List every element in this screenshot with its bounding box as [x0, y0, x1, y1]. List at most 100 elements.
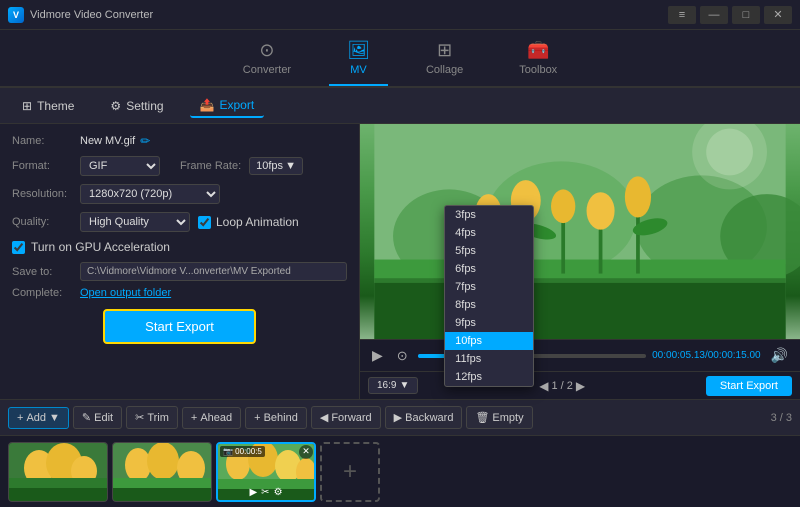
gpu-checkbox[interactable]	[12, 241, 25, 254]
fps-4[interactable]: 4fps	[445, 224, 533, 242]
clip-2[interactable]	[112, 442, 212, 502]
frame-rate-value: 10fps	[256, 160, 283, 172]
fps-3[interactable]: 3fps	[445, 206, 533, 224]
main-area: Name: New MV.gif ✏ Format: GIF Frame Rat…	[0, 124, 800, 399]
mv-icon: 🖼	[347, 40, 370, 61]
video-controls2: 16:9 ▼ ◀ 1 / 2 ▶ Start Export	[360, 371, 800, 399]
add-icon: +	[17, 412, 23, 424]
edit-name-icon[interactable]: ✏	[140, 134, 150, 148]
minimize-button[interactable]: —	[700, 6, 728, 24]
ahead-button[interactable]: + Ahead	[182, 407, 241, 429]
page-next-button[interactable]: ▶	[576, 379, 585, 393]
empty-button[interactable]: 🗑 Empty	[466, 406, 532, 429]
name-value: New MV.gif	[80, 135, 135, 147]
tab-converter[interactable]: ⊙ Converter	[225, 36, 309, 86]
bottom-toolbar: + Add ▼ ✎ ✎ Edit Edit ✂ Trim + Ahead + B…	[0, 399, 800, 435]
clip-3[interactable]: 📷 00:00:5 ✕ ▶ ✂ ⚙	[216, 442, 316, 502]
quality-row: Quality: High Quality Loop Animation	[12, 212, 347, 232]
loop-animation-checkbox[interactable]	[198, 216, 211, 229]
resolution-label: Resolution:	[12, 188, 80, 200]
clip-1[interactable]	[8, 442, 108, 502]
loop-animation-row: Loop Animation	[198, 215, 299, 229]
quality-select[interactable]: High Quality	[80, 212, 190, 232]
add-button[interactable]: + Add ▼	[8, 407, 69, 429]
name-value-container: New MV.gif ✏	[80, 134, 150, 148]
tab-toolbox-label: Toolbox	[519, 64, 557, 76]
aspect-ratio-button[interactable]: 16:9 ▼	[368, 377, 418, 394]
clip-play-btn[interactable]: ▶	[249, 487, 257, 498]
saveto-label: Save to:	[12, 266, 80, 278]
saveto-path[interactable]: C:\Vidmore\Vidmore V...onverter\MV Expor…	[80, 262, 347, 281]
behind-button[interactable]: + Behind	[245, 407, 307, 429]
tab-converter-label: Converter	[243, 64, 291, 76]
menu-button[interactable]: ≡	[668, 6, 696, 24]
snapshot-button[interactable]: ⊙	[393, 345, 412, 366]
loop-animation-label: Loop Animation	[216, 215, 299, 229]
maximize-button[interactable]: □	[732, 6, 760, 24]
setting-label: Setting	[126, 99, 163, 113]
fps-7[interactable]: 7fps	[445, 278, 533, 296]
trim-button[interactable]: ✂ Trim	[126, 406, 178, 429]
forward-button[interactable]: ◀ Forward	[311, 406, 381, 429]
volume-icon: 🔊	[771, 347, 788, 363]
name-label: Name:	[12, 135, 80, 147]
export-icon: 📤	[200, 98, 215, 112]
title-bar-left: V Vidmore Video Converter	[8, 7, 153, 23]
start-export-button2[interactable]: Start Export	[706, 376, 792, 396]
export-button[interactable]: 📤 Export	[190, 94, 265, 118]
backward-icon: ▶	[394, 411, 402, 424]
page-indicator: ◀ 1 / 2 ▶	[539, 379, 585, 393]
tab-toolbox[interactable]: 🧰 Toolbox	[501, 36, 575, 86]
resolution-select[interactable]: 1280x720 (720p)	[80, 184, 220, 204]
clip-settings-btn[interactable]: ⚙	[274, 487, 283, 498]
forward-icon: ◀	[320, 411, 328, 424]
close-button[interactable]: ✕	[764, 6, 792, 24]
resolution-row: Resolution: 1280x720 (720p)	[12, 184, 347, 204]
behind-icon: +	[254, 412, 260, 424]
fps-5[interactable]: 5fps	[445, 242, 533, 260]
backward-button[interactable]: ▶ Backward	[385, 406, 463, 429]
right-panel: ▶ ⊙ 00:00:05.13/00:00:15.00 🔊 16:9 ▼	[360, 124, 800, 399]
tab-collage-label: Collage	[426, 64, 463, 76]
tab-mv[interactable]: 🖼 MV	[329, 36, 388, 86]
timeline: 📷 00:00:5 ✕ ▶ ✂ ⚙ +	[0, 435, 800, 507]
clip-scissors-btn[interactable]: ✂	[261, 487, 269, 498]
sub-toolbar: ⊞ Theme ⚙ Setting 📤 Export	[0, 88, 800, 124]
fps-8[interactable]: 8fps	[445, 296, 533, 314]
start-export-button[interactable]: Start Export	[103, 309, 256, 344]
tab-collage[interactable]: ⊞ Collage	[408, 36, 481, 86]
format-select[interactable]: GIF	[80, 156, 160, 176]
video-controls: ▶ ⊙ 00:00:05.13/00:00:15.00 🔊	[360, 339, 800, 371]
clip-3-time: 📷 00:00:5	[220, 446, 265, 457]
export-panel: Name: New MV.gif ✏ Format: GIF Frame Rat…	[0, 124, 360, 399]
fps-10[interactable]: 10fps	[445, 332, 533, 350]
gpu-row: Turn on GPU Acceleration	[12, 240, 347, 254]
theme-button[interactable]: ⊞ Theme	[12, 95, 84, 117]
name-row: Name: New MV.gif ✏	[12, 134, 347, 148]
aspect-chevron: ▼	[399, 380, 409, 391]
page-prev-button[interactable]: ◀	[539, 379, 548, 393]
theme-label: Theme	[37, 99, 74, 113]
total-time: 00:00:15.00	[708, 350, 761, 361]
fps-11[interactable]: 11fps	[445, 350, 533, 368]
fps-12[interactable]: 12fps	[445, 368, 533, 386]
complete-action[interactable]: Open output folder	[80, 287, 171, 299]
add-clip-button[interactable]: +	[320, 442, 380, 502]
add-chevron: ▼	[49, 412, 60, 424]
frame-rate-dropdown-btn[interactable]: 10fps ▼	[249, 157, 303, 175]
collage-icon: ⊞	[437, 40, 452, 61]
quality-label: Quality:	[12, 216, 80, 228]
volume-button[interactable]: 🔊	[767, 345, 792, 366]
current-time: 00:00:05.13	[652, 350, 705, 361]
fps-9[interactable]: 9fps	[445, 314, 533, 332]
play-button[interactable]: ▶	[368, 345, 387, 366]
format-label: Format:	[12, 160, 80, 172]
edit-button[interactable]: ✎ ✎ Edit Edit	[73, 406, 122, 429]
setting-icon: ⚙	[110, 99, 121, 113]
fps-6[interactable]: 6fps	[445, 260, 533, 278]
setting-button[interactable]: ⚙ Setting	[100, 95, 173, 117]
frame-rate-chevron: ▼	[285, 160, 296, 172]
page-value: 1 / 2	[551, 380, 572, 392]
clip-3-close[interactable]: ✕	[299, 445, 313, 459]
app-icon: V	[8, 7, 24, 23]
